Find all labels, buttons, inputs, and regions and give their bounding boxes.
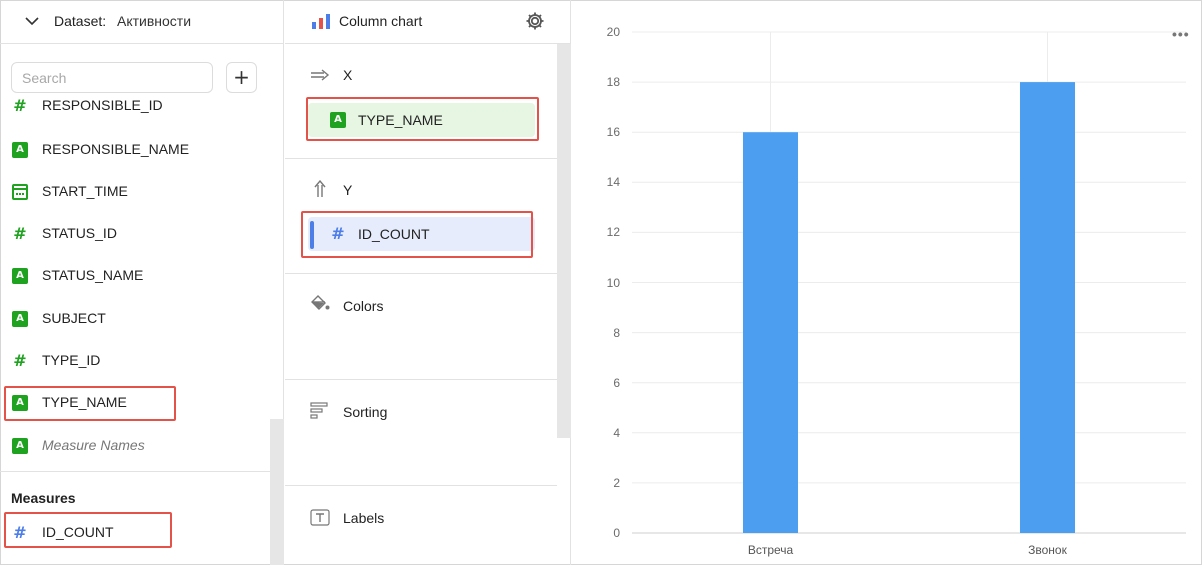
x-field-chip[interactable]: A TYPE_NAME — [308, 103, 535, 137]
string-a-icon: A — [12, 395, 28, 411]
hash-icon: # — [13, 224, 27, 243]
y-tick-label: 10 — [606, 275, 620, 290]
section-colors[interactable]: Colors — [285, 274, 557, 379]
field-label: START_TIME — [42, 183, 128, 199]
more-options-icon[interactable]: ••• — [1172, 26, 1190, 42]
section-title: Labels — [343, 510, 385, 526]
hash-icon: # — [331, 224, 345, 243]
section-x: X A TYPE_NAME — [285, 44, 557, 158]
measure-stripe — [310, 221, 314, 249]
section-title: X — [343, 67, 353, 83]
section-title: Colors — [343, 298, 384, 314]
field-item-subject[interactable]: A SUBJECT — [0, 304, 270, 334]
field-label: ID_COUNT — [42, 524, 114, 540]
y-tick-label: 2 — [613, 475, 620, 490]
field-item-status-name[interactable]: A STATUS_NAME — [0, 261, 270, 291]
y-tick-label: 6 — [613, 375, 620, 390]
gear-icon[interactable] — [525, 11, 545, 31]
bar[interactable] — [743, 132, 798, 533]
chart-area: 0 2 4 6 8 10 12 14 16 18 20 Встреча Звонок ••• — [572, 0, 1202, 565]
section-y: Y # ID_COUNT — [285, 159, 557, 273]
string-a-icon: A — [12, 438, 28, 454]
section-title: Sorting — [343, 404, 388, 420]
column-chart-icon — [312, 14, 330, 29]
field-label: STATUS_ID — [42, 225, 117, 241]
y-tick-label: 4 — [613, 425, 620, 440]
y-tick-label: 0 — [613, 526, 620, 540]
arrow-right-icon — [311, 69, 330, 81]
scrollbar[interactable] — [270, 419, 284, 565]
field-label: Measure Names — [42, 437, 145, 453]
dataset-header[interactable]: Dataset: Активности — [0, 0, 284, 44]
x-tick-label: Встреча — [747, 543, 794, 557]
field-label: RESPONSIBLE_ID — [42, 97, 163, 113]
measures-title: Measures — [11, 490, 76, 506]
paint-bucket-icon — [311, 295, 330, 310]
text-label-icon — [310, 509, 330, 526]
visualization-type-label[interactable]: Column chart — [339, 13, 422, 29]
section-title: Y — [343, 182, 353, 198]
search-input[interactable] — [11, 62, 213, 93]
hash-icon: # — [13, 351, 27, 370]
divider — [0, 471, 284, 472]
bar[interactable] — [1020, 82, 1075, 533]
string-a-icon: A — [12, 142, 28, 158]
field-label: SUBJECT — [42, 310, 106, 326]
dataset-panel: Dataset: Активности + # RESPONSIBLE_ID A… — [0, 0, 284, 565]
chip-label: ID_COUNT — [358, 226, 430, 242]
field-item-type-id[interactable]: # TYPE_ID — [0, 346, 270, 376]
string-a-icon: A — [12, 268, 28, 284]
y-tick-label: 14 — [606, 175, 620, 190]
chart-svg — [632, 31, 1186, 534]
date-icon — [12, 184, 28, 200]
measure-item-id-count[interactable]: # ID_COUNT — [0, 518, 270, 548]
dataset-label: Dataset: — [54, 13, 107, 29]
field-label: STATUS_NAME — [42, 267, 144, 283]
y-field-chip[interactable]: # ID_COUNT — [308, 217, 535, 251]
y-tick-label: 8 — [613, 325, 620, 340]
chevron-down-icon[interactable] — [24, 15, 40, 27]
arrow-up-icon — [314, 180, 326, 197]
field-label: RESPONSIBLE_NAME — [42, 141, 190, 157]
field-item-type-name[interactable]: A TYPE_NAME — [0, 388, 270, 418]
x-tick-label: Звонок — [1028, 543, 1067, 557]
dataset-name[interactable]: Активности — [117, 13, 191, 29]
field-label: TYPE_ID — [42, 352, 101, 368]
field-item-measure-names[interactable]: A Measure Names — [0, 431, 270, 461]
sort-icon — [310, 402, 328, 419]
scrollbar[interactable] — [557, 44, 571, 438]
field-item-status-id[interactable]: # STATUS_ID — [0, 219, 270, 249]
y-tick-label: 16 — [606, 125, 620, 140]
string-a-icon: A — [330, 112, 346, 128]
hash-icon: # — [13, 96, 27, 115]
y-tick-label: 18 — [606, 75, 620, 90]
field-item-start-time[interactable]: START_TIME — [0, 177, 270, 207]
string-a-icon: A — [12, 311, 28, 327]
field-item-responsible-name[interactable]: A RESPONSIBLE_NAME — [0, 135, 270, 165]
field-label: TYPE_NAME — [42, 394, 127, 410]
section-sorting[interactable]: Sorting — [285, 380, 557, 485]
field-item-responsible-id[interactable]: # RESPONSIBLE_ID — [0, 91, 270, 121]
hash-icon: # — [13, 523, 27, 542]
y-tick-label: 20 — [606, 25, 620, 39]
chip-label: TYPE_NAME — [358, 112, 443, 128]
visualization-panel: Column chart X A TYPE_NAME Y # ID_COUNT … — [285, 0, 571, 565]
visualization-header[interactable]: Column chart — [285, 0, 571, 44]
y-tick-label: 12 — [606, 225, 620, 240]
add-field-button[interactable]: + — [226, 62, 257, 93]
section-labels[interactable]: Labels — [285, 486, 557, 565]
